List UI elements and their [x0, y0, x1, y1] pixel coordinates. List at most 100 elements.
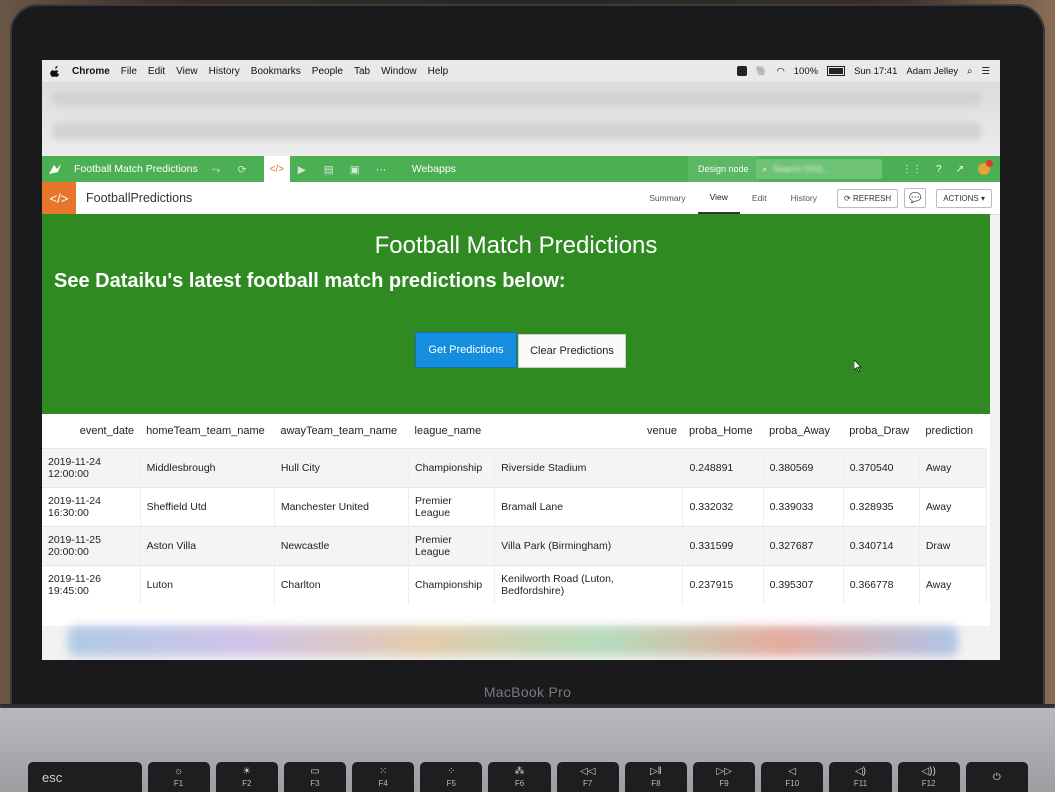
clear-predictions-button[interactable]: Clear Predictions: [518, 334, 626, 368]
chevron-down-icon: ▾: [980, 193, 985, 203]
flow-icon[interactable]: ⤳: [212, 164, 222, 176]
menu-window[interactable]: Window: [381, 66, 417, 77]
key-f6[interactable]: ⁂ F6: [488, 762, 551, 792]
predictions-table-container: event_date homeTeam_team_name awayTeam_t…: [42, 414, 990, 626]
project-name[interactable]: Football Match Predictions: [74, 163, 198, 175]
notification-center-icon[interactable]: ☰: [981, 66, 990, 77]
cell-away-team: Manchester United: [274, 487, 410, 527]
avatar[interactable]: [978, 160, 993, 175]
tab-summary[interactable]: Summary: [637, 182, 697, 214]
power-button[interactable]: ⏻: [965, 762, 1028, 792]
browser-tabs-blurred: [52, 92, 982, 106]
webapp-code-icon: </>: [42, 182, 76, 214]
key-f3[interactable]: ▭ F3: [283, 762, 347, 792]
dock-blurred: [68, 626, 958, 656]
wifi-icon[interactable]: ◠: [776, 66, 784, 77]
refresh-icon: ⟳: [844, 193, 851, 203]
menu-view[interactable]: View: [176, 66, 198, 77]
design-node-badge: Design node: [688, 156, 759, 182]
refresh-label: REFRESH: [852, 193, 892, 203]
discussions-icon[interactable]: 💬: [904, 188, 927, 208]
col-league[interactable]: league_name: [408, 414, 495, 449]
menu-bookmarks[interactable]: Bookmarks: [251, 66, 301, 77]
key-label: F12: [921, 779, 936, 788]
cell-event-date: 2019-11-25 20:00:00: [42, 526, 141, 566]
dataiku-bird-icon[interactable]: [48, 163, 62, 175]
table-row: 2019-11-24 12:00:00 Middlesbrough Hull C…: [42, 448, 988, 488]
col-home-team[interactable]: homeTeam_team_name: [140, 414, 275, 449]
volume-down-icon: ◁): [854, 766, 866, 777]
menu-tab[interactable]: Tab: [354, 66, 370, 77]
key-f1[interactable]: ☼ F1: [147, 762, 210, 792]
rewind-icon: ◁◁: [580, 766, 596, 777]
key-f4[interactable]: ⁙ F4: [352, 762, 415, 792]
menu-edit[interactable]: Edit: [148, 66, 165, 77]
brightness-down-icon: ☼: [174, 766, 184, 777]
webapp-tabs: Summary View Edit History ⟳ REFRESH 💬 AC…: [637, 182, 1000, 214]
more-icon[interactable]: ⋯: [376, 164, 387, 176]
code-icon[interactable]: </>: [263, 156, 290, 182]
key-label: F7: [583, 779, 593, 788]
dss-search-input[interactable]: ⌕ Search DSS...: [756, 159, 882, 179]
tab-history[interactable]: History: [779, 182, 829, 214]
clock[interactable]: Sun 17:41: [854, 66, 897, 77]
cell-home-team: Aston Villa: [140, 526, 275, 566]
user-name[interactable]: Adam Jelley: [906, 66, 958, 77]
spotlight-search-icon[interactable]: ⌕: [967, 66, 972, 77]
table-row: 2019-11-24 16:30:00 Sheffield Utd Manche…: [42, 487, 988, 527]
col-proba-home[interactable]: proba_Home: [682, 414, 764, 449]
col-prediction[interactable]: prediction: [919, 414, 987, 449]
key-f2[interactable]: ☀ F2: [215, 762, 278, 792]
menu-people[interactable]: People: [312, 66, 343, 77]
col-proba-draw[interactable]: proba_Draw: [843, 414, 920, 449]
cell-proba-draw: 0.366778: [843, 565, 920, 604]
cell-away-team: Newcastle: [274, 526, 410, 566]
play-icon[interactable]: ▶: [298, 164, 308, 176]
menu-app-name[interactable]: Chrome: [72, 66, 110, 77]
menu-file[interactable]: File: [121, 66, 137, 77]
key-f11[interactable]: ◁) F11: [829, 762, 892, 792]
col-proba-away[interactable]: proba_Away: [763, 414, 844, 449]
status-app-icon[interactable]: [736, 66, 747, 76]
address-bar-blurred: [52, 122, 982, 140]
section-webapps[interactable]: Webapps: [412, 163, 456, 175]
keyboard-light-up-icon: ⁂: [514, 766, 525, 777]
tab-edit[interactable]: Edit: [740, 182, 779, 214]
cell-prediction: Away: [919, 487, 988, 527]
key-f7[interactable]: ◁◁ F7: [556, 762, 619, 792]
evernote-icon[interactable]: 🐘: [756, 66, 768, 77]
activity-icon[interactable]: ↗: [956, 164, 964, 175]
refresh-button[interactable]: ⟳ REFRESH: [837, 188, 899, 208]
cell-proba-away: 0.380569: [763, 448, 844, 488]
key-esc[interactable]: esc: [28, 762, 142, 792]
cell-proba-home: 0.248891: [682, 448, 764, 488]
bundle-icon[interactable]: ▤: [324, 164, 334, 176]
mission-control-icon: ▭: [310, 766, 320, 777]
battery-icon[interactable]: [827, 66, 846, 76]
menu-history[interactable]: History: [209, 66, 240, 77]
actions-dropdown[interactable]: ACTIONS ▾: [936, 188, 992, 208]
menu-help[interactable]: Help: [428, 66, 449, 77]
apple-icon[interactable]: [50, 65, 60, 77]
help-icon[interactable]: ?: [936, 164, 942, 175]
cell-home-team: Middlesbrough: [140, 448, 275, 488]
cell-proba-home: 0.237915: [682, 565, 764, 604]
browser-chrome-blurred: [42, 82, 1000, 156]
cell-proba-draw: 0.328935: [843, 487, 920, 527]
mac-menubar: Chrome File Edit View History Bookmarks …: [42, 60, 1000, 82]
key-f9[interactable]: ▷▷ F9: [693, 762, 756, 792]
key-f10[interactable]: ◁ F10: [761, 762, 824, 792]
col-away-team[interactable]: awayTeam_team_name: [274, 414, 409, 449]
key-f5[interactable]: ⁘ F5: [420, 762, 483, 792]
col-event-date[interactable]: event_date: [42, 414, 141, 449]
cell-proba-away: 0.327687: [763, 526, 844, 566]
col-venue[interactable]: venue: [494, 414, 683, 449]
key-f12[interactable]: ◁)) F12: [897, 762, 960, 792]
get-predictions-button[interactable]: Get Predictions: [415, 332, 517, 368]
apps-grid-icon[interactable]: ⋮⋮: [902, 164, 922, 175]
dashboard-icon[interactable]: ▣: [350, 164, 360, 176]
key-f8[interactable]: ▷‖ F8: [624, 762, 687, 792]
search-icon: ⌕: [762, 163, 768, 174]
tab-view[interactable]: View: [697, 182, 740, 214]
settings-cycle-icon[interactable]: ⟳: [238, 164, 248, 176]
